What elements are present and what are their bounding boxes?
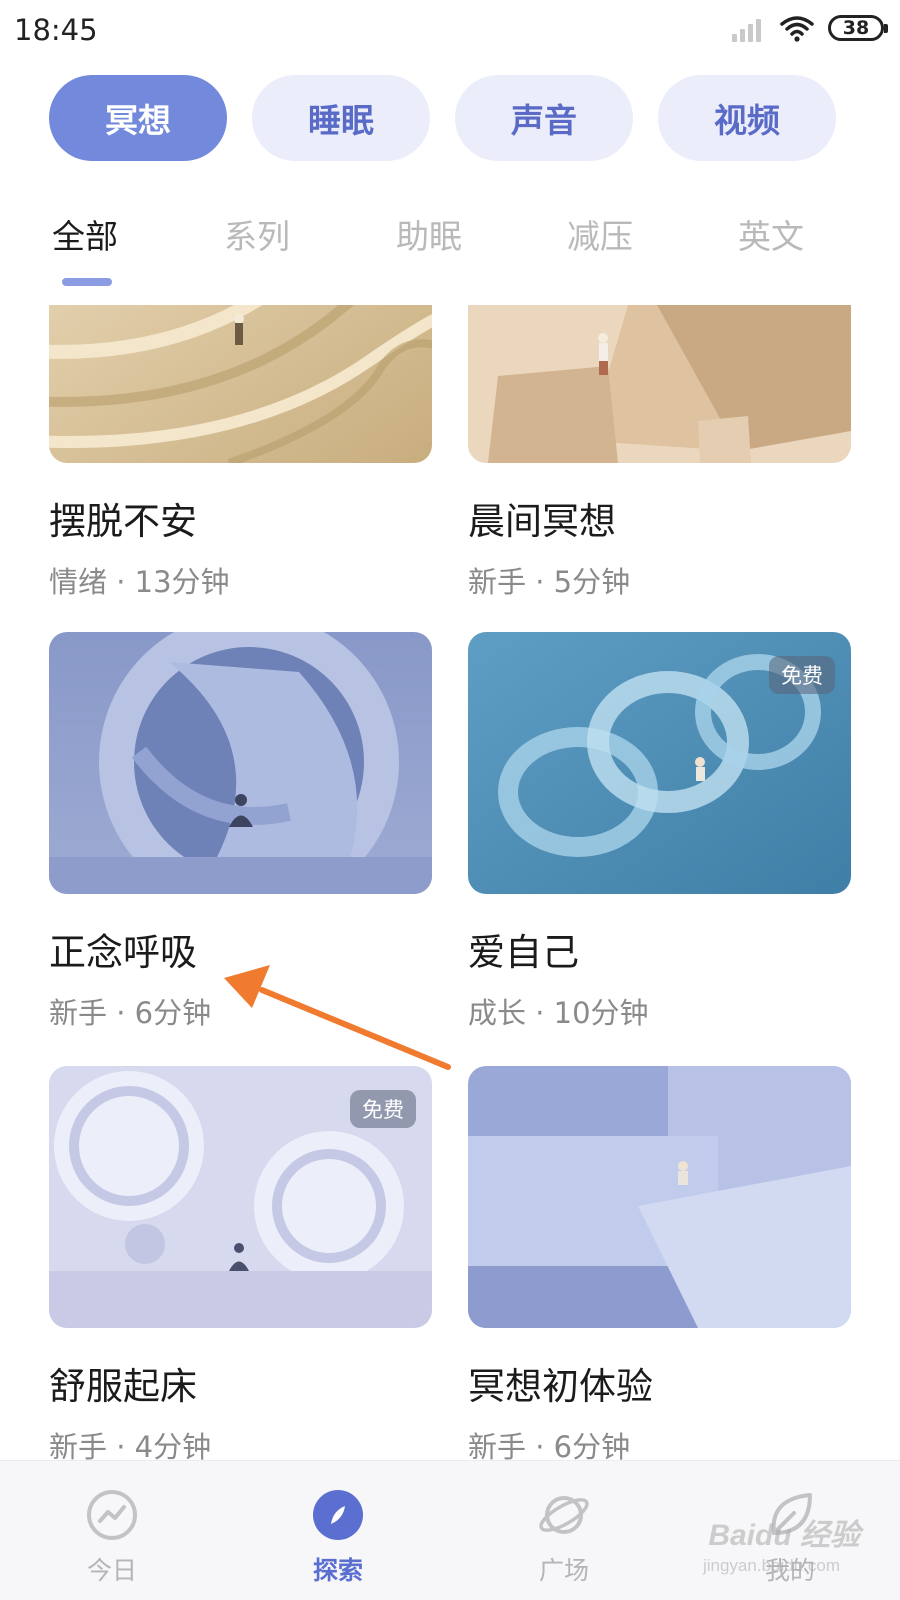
wifi-icon bbox=[780, 16, 814, 42]
pill-sound[interactable]: 声音 bbox=[455, 75, 633, 161]
card-meta: 新手 · 6分钟 bbox=[468, 1430, 631, 1460]
card-title: 爱自己 bbox=[468, 931, 579, 974]
card-title: 摆脱不安 bbox=[49, 500, 197, 543]
course-card[interactable]: 免费 舒服起床 新手 · 4分钟 bbox=[49, 1066, 432, 1460]
tab-sleep-aid[interactable]: 助眠 bbox=[396, 210, 462, 258]
card-title: 晨间冥想 bbox=[468, 500, 616, 543]
course-card[interactable]: 晨间冥想 新手 · 5分钟 bbox=[468, 305, 851, 601]
tab-english[interactable]: 英文 bbox=[738, 210, 804, 258]
pill-sleep[interactable]: 睡眠 bbox=[252, 75, 430, 161]
card-meta: 新手 · 4分钟 bbox=[49, 1430, 212, 1460]
card-image: 免费 bbox=[49, 1066, 432, 1328]
card-image bbox=[468, 305, 851, 463]
status-icons: 38 bbox=[732, 14, 888, 42]
course-card[interactable]: 冥想初体验 新手 · 6分钟 bbox=[468, 1066, 851, 1460]
card-image bbox=[49, 305, 432, 463]
status-bar: 18:45 38 bbox=[0, 0, 900, 62]
nav-today[interactable]: 今日 bbox=[47, 1461, 177, 1600]
card-image: 免费 bbox=[468, 632, 851, 894]
nav-label: 今日 bbox=[86, 1556, 137, 1585]
compass-icon bbox=[313, 1490, 363, 1540]
card-meta: 成长 · 10分钟 bbox=[468, 996, 649, 1030]
battery-icon: 38 bbox=[828, 15, 888, 41]
card-title: 冥想初体验 bbox=[468, 1365, 653, 1408]
free-badge: 免费 bbox=[350, 1090, 416, 1128]
card-meta: 情绪 · 13分钟 bbox=[49, 565, 230, 599]
card-image bbox=[468, 1066, 851, 1328]
course-card[interactable]: 正念呼吸 新手 · 6分钟 bbox=[49, 632, 432, 1032]
tab-all[interactable]: 全部 bbox=[52, 210, 118, 258]
free-badge: 免费 bbox=[769, 656, 835, 694]
signal-icon bbox=[732, 14, 766, 42]
nav-label: 探索 bbox=[312, 1556, 363, 1585]
category-pill-row: 冥想 睡眠 声音 视频 bbox=[49, 75, 849, 161]
course-grid: 摆脱不安 情绪 · 13分钟 晨间冥想 新手 · 5分钟 正念呼吸 新手 · 6… bbox=[0, 305, 900, 1460]
card-image bbox=[49, 632, 432, 894]
tab-stress-relief[interactable]: 减压 bbox=[567, 210, 633, 258]
nav-square[interactable]: 广场 bbox=[499, 1461, 629, 1600]
pill-meditation[interactable]: 冥想 bbox=[49, 75, 227, 161]
card-title: 正念呼吸 bbox=[49, 931, 197, 974]
course-card[interactable]: 摆脱不安 情绪 · 13分钟 bbox=[49, 305, 432, 601]
planet-icon bbox=[539, 1496, 589, 1534]
status-time: 18:45 bbox=[14, 13, 98, 47]
watermark-brand: Baidu 经验 bbox=[708, 1519, 860, 1552]
card-title: 舒服起床 bbox=[49, 1365, 197, 1408]
sub-tab-bar: 全部 系列 助眠 减压 英文 bbox=[0, 210, 900, 310]
nav-label: 广场 bbox=[538, 1556, 589, 1585]
nav-explore[interactable]: 探索 bbox=[273, 1461, 403, 1600]
watermark-url: jingyan.baidu.com bbox=[702, 1556, 840, 1575]
trend-icon bbox=[87, 1490, 137, 1540]
card-meta: 新手 · 5分钟 bbox=[468, 565, 631, 599]
course-card[interactable]: 免费 爱自己 成长 · 10分钟 bbox=[468, 632, 851, 1032]
card-meta: 新手 · 6分钟 bbox=[49, 996, 212, 1030]
tab-series[interactable]: 系列 bbox=[224, 210, 290, 258]
tab-indicator bbox=[62, 278, 112, 286]
pill-video[interactable]: 视频 bbox=[658, 75, 836, 161]
